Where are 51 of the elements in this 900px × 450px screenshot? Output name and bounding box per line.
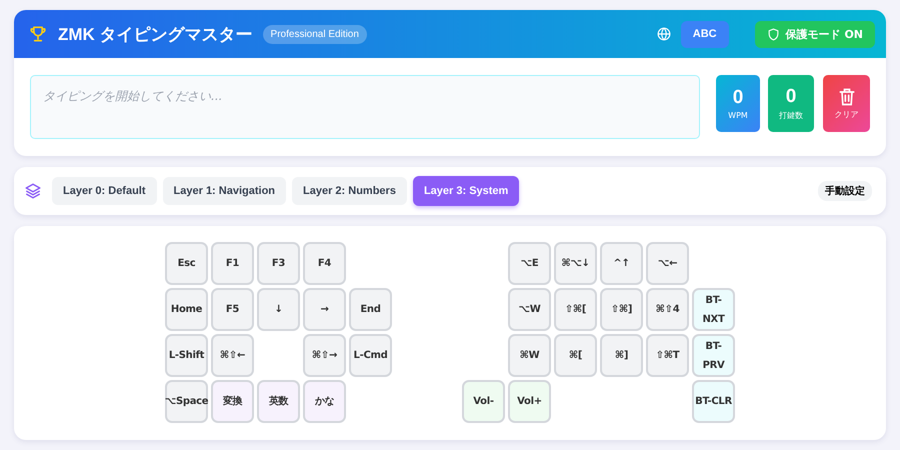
key[interactable]: ⌥E xyxy=(508,242,551,285)
trash-icon xyxy=(836,87,856,107)
key[interactable]: F3 xyxy=(257,242,300,285)
key[interactable]: ⇧⌘T xyxy=(646,334,689,377)
stat-tile: 0 打鍵数 xyxy=(768,75,814,132)
key[interactable]: L-Cmd xyxy=(349,334,392,377)
trophy-icon xyxy=(28,24,48,44)
key[interactable]: ⌘⇧4 xyxy=(646,288,689,331)
typing-field[interactable]: タイピングを開始してください... xyxy=(30,75,700,139)
key[interactable]: ⌘⌥↓ xyxy=(554,242,597,285)
layer-tab[interactable]: Layer 0: Default xyxy=(52,177,157,205)
key[interactable]: かな xyxy=(303,380,346,423)
key[interactable]: ^↑ xyxy=(600,242,643,285)
layer-tab[interactable]: Layer 2: Numbers xyxy=(292,177,407,205)
key[interactable]: BT-PRV xyxy=(692,334,735,377)
key[interactable]: BT-NXT xyxy=(692,288,735,331)
key[interactable]: Home xyxy=(165,288,208,331)
key[interactable]: ⌘⇧→ xyxy=(303,334,346,377)
key[interactable]: ⌘W xyxy=(508,334,551,377)
key[interactable]: ⌘[ xyxy=(554,334,597,377)
layer-tab[interactable]: Layer 3: System xyxy=(412,176,520,206)
key[interactable]: ⌥← xyxy=(646,242,689,285)
edition-badge: Professional Edition xyxy=(262,24,367,44)
stat-tile: 0 WPM xyxy=(716,75,760,132)
globe-icon[interactable] xyxy=(656,27,671,41)
key[interactable]: ⌘] xyxy=(600,334,643,377)
key[interactable]: ↓ xyxy=(257,288,300,331)
key[interactable]: ⌘⇧← xyxy=(211,334,254,377)
input-mode-button[interactable]: ABC xyxy=(680,20,729,48)
key[interactable]: End xyxy=(349,288,392,331)
key[interactable]: ⌥W xyxy=(508,288,551,331)
key[interactable]: ⇧⌘[ xyxy=(554,288,597,331)
key[interactable]: BT-CLR xyxy=(692,380,735,423)
layer-tab[interactable]: Layer 1: Navigation xyxy=(162,177,286,205)
key[interactable]: Vol+ xyxy=(508,380,551,423)
key[interactable]: ⌥Space xyxy=(165,380,208,423)
key[interactable]: → xyxy=(303,288,346,331)
key[interactable]: Esc xyxy=(165,242,208,285)
key[interactable]: 英数 xyxy=(257,380,300,423)
key[interactable]: F1 xyxy=(211,242,254,285)
key[interactable]: F5 xyxy=(211,288,254,331)
key[interactable]: 変換 xyxy=(211,380,254,423)
key[interactable]: Vol- xyxy=(462,380,505,423)
app-title: ZMK タイピングマスター xyxy=(58,24,253,46)
clear-button[interactable]: クリア xyxy=(823,75,870,132)
key[interactable]: ⇧⌘] xyxy=(600,288,643,331)
key[interactable]: L-Shift xyxy=(165,334,208,377)
mode-badge: 手動設定 xyxy=(818,181,872,201)
layers-icon xyxy=(24,182,42,200)
key[interactable]: F4 xyxy=(303,242,346,285)
shield-icon xyxy=(766,28,780,40)
